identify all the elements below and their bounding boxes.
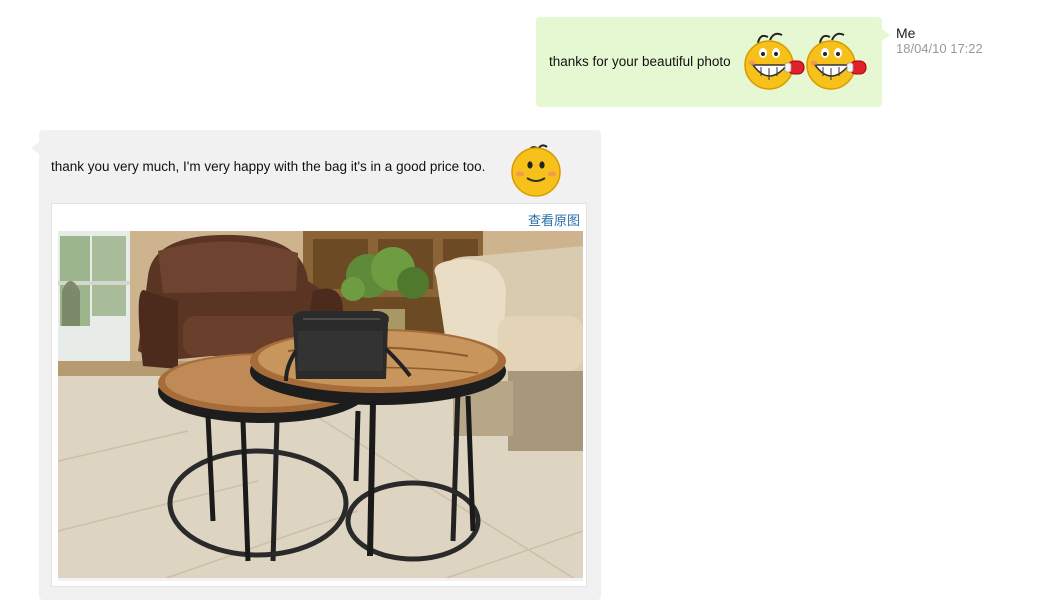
incoming-message-bubble: thank you very much, I'm very happy with… (31, 130, 601, 600)
boxing-grin-emoticon-icon (744, 32, 805, 90)
incoming-message-text: thank you very much, I'm very happy with… (51, 159, 486, 174)
message-timestamp: 18/04/10 17:22 (896, 41, 983, 56)
outgoing-message-text: thanks for your beautiful photo (549, 54, 731, 69)
view-original-link[interactable]: 查看原图 (528, 210, 580, 229)
table-with-bag-photo[interactable] (58, 231, 583, 581)
image-attachment[interactable]: 查看原图 (51, 203, 587, 587)
sender-name: Me (896, 25, 916, 41)
smile-emoticon-icon (511, 144, 561, 197)
outgoing-message-bubble: thanks for your beautiful photo (536, 17, 890, 107)
boxing-grin-emoticon-icon (806, 32, 867, 90)
